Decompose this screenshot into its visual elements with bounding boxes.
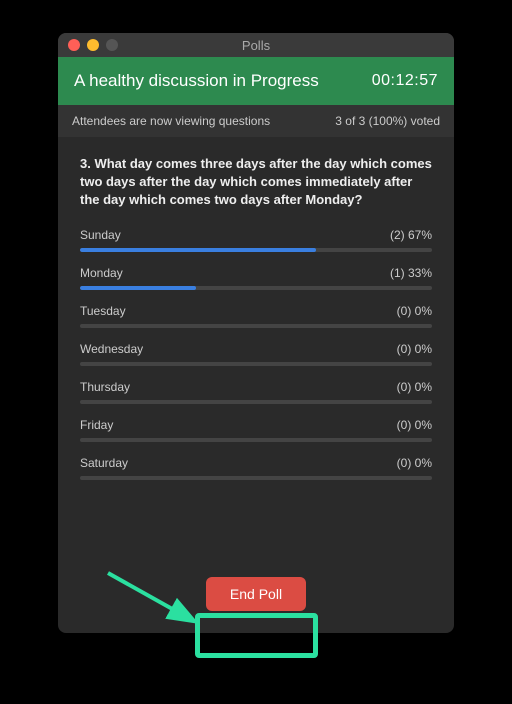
option-label: Sunday [80,228,121,242]
option-bar-fill [80,248,316,252]
poll-content: 3. What day comes three days after the d… [58,137,454,563]
polls-window: Polls A healthy discussion in Progress 0… [58,33,454,633]
zoom-icon [106,39,118,51]
poll-option: Sunday (2) 67% [80,228,432,252]
status-left: Attendees are now viewing questions [72,114,270,128]
poll-option: Thursday (0) 0% [80,380,432,404]
poll-option: Saturday (0) 0% [80,456,432,480]
poll-title: A healthy discussion in Progress [74,71,319,91]
option-label: Friday [80,418,113,432]
titlebar: Polls [58,33,454,57]
option-label: Wednesday [80,342,143,356]
option-bar-track [80,286,432,290]
option-count: (0) 0% [397,418,432,432]
option-label: Monday [80,266,123,280]
option-bar-track [80,324,432,328]
option-count: (0) 0% [397,380,432,394]
option-count: (2) 67% [390,228,432,242]
option-bar-track [80,400,432,404]
option-count: (0) 0% [397,456,432,470]
end-poll-button[interactable]: End Poll [206,577,306,611]
question-text: 3. What day comes three days after the d… [80,155,432,210]
status-right: 3 of 3 (100%) voted [335,114,440,128]
options-list: Sunday(2) 67%Monday(1) 33%Tuesday(0) 0%W… [80,228,432,480]
footer: End Poll [58,563,454,633]
option-label: Tuesday [80,304,126,318]
poll-timer: 00:12:57 [372,72,438,90]
poll-header: A healthy discussion in Progress 00:12:5… [58,57,454,105]
option-bar-fill [80,286,196,290]
option-bar-track [80,362,432,366]
poll-option: Friday (0) 0% [80,418,432,442]
close-icon[interactable] [68,39,80,51]
option-count: (0) 0% [397,342,432,356]
traffic-lights [58,39,118,51]
option-bar-track [80,476,432,480]
status-bar: Attendees are now viewing questions 3 of… [58,105,454,137]
poll-option: Monday (1) 33% [80,266,432,290]
option-label: Thursday [80,380,130,394]
option-bar-track [80,438,432,442]
option-label: Saturday [80,456,128,470]
minimize-icon[interactable] [87,39,99,51]
poll-option: Tuesday (0) 0% [80,304,432,328]
option-count: (1) 33% [390,266,432,280]
option-count: (0) 0% [397,304,432,318]
poll-option: Wednesday (0) 0% [80,342,432,366]
option-bar-track [80,248,432,252]
